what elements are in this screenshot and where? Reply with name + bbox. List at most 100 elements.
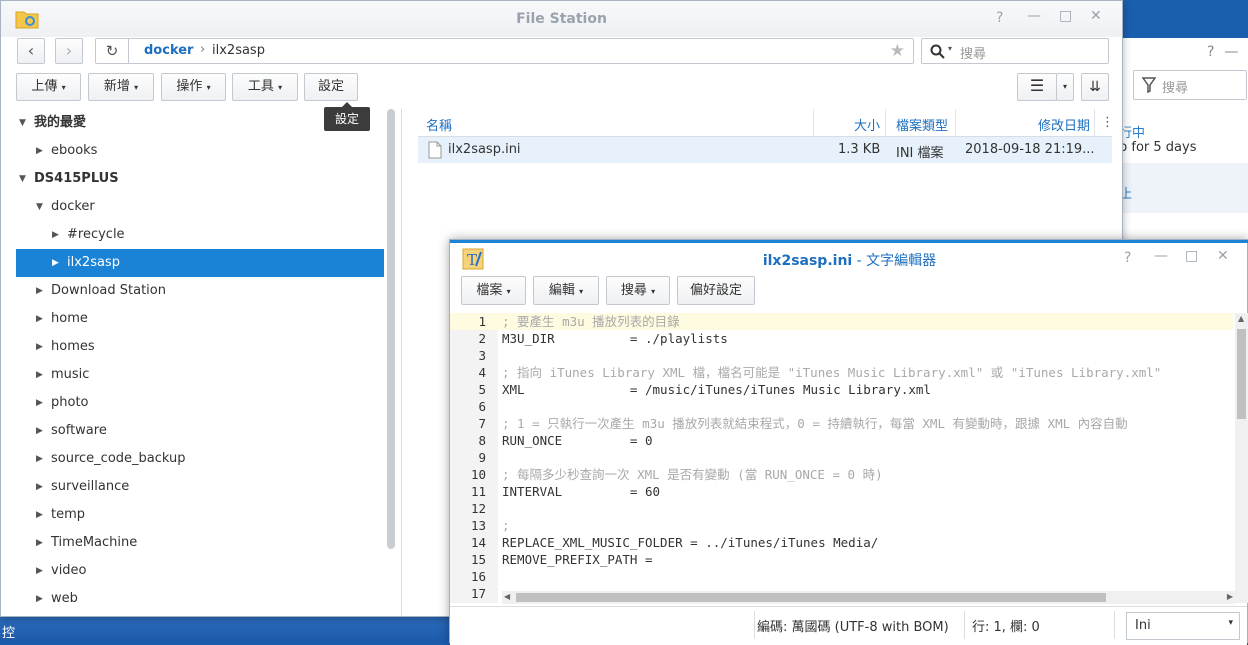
collapse-arrow-icon[interactable]: ▶: [52, 221, 59, 249]
column-modified[interactable]: 修改日期: [1038, 115, 1090, 134]
sidebar-item-ebooks[interactable]: ▶ ebooks: [1, 137, 386, 165]
code-line[interactable]: 10 ; 每隔多少秒查詢一次 XML 是否有變動 (當 RUN_ONCE = 0 …: [450, 466, 1234, 483]
collapse-arrow-icon[interactable]: ▶: [36, 137, 43, 165]
collapse-arrow-icon[interactable]: ▶: [36, 361, 43, 389]
upload-button[interactable]: 上傳 ▾: [16, 73, 81, 101]
sidebar-item-homes[interactable]: ▶ homes: [1, 333, 386, 361]
search-input[interactable]: ▾ 搜尋: [921, 38, 1109, 64]
breadcrumb-docker[interactable]: docker: [144, 43, 193, 58]
scroll-left-icon[interactable]: ◀: [504, 592, 510, 601]
sidebar-item-web[interactable]: ▶ web: [1, 585, 386, 613]
settings-button[interactable]: 設定: [304, 73, 358, 101]
edit-menu-button[interactable]: 編輯 ▾: [533, 276, 599, 305]
sidebar-item-music[interactable]: ▶ music: [1, 361, 386, 389]
code-line[interactable]: 13;: [450, 517, 1234, 534]
table-row[interactable]: ilx2sasp.ini 1.3 KB INI 檔案 2018-09-18 21…: [418, 137, 1112, 163]
search-menu-button[interactable]: 搜尋 ▾: [606, 276, 670, 305]
sidebar-item-download-station[interactable]: ▶ Download Station: [1, 277, 386, 305]
file-menu-button[interactable]: 檔案 ▾: [461, 276, 526, 305]
editor-maximize-icon[interactable]: □: [1185, 248, 1198, 264]
sort-icon[interactable]: ⇊: [1081, 73, 1109, 101]
list-view-icon[interactable]: ☰: [1017, 73, 1057, 101]
taskbar-label[interactable]: 控: [2, 622, 15, 641]
code-line[interactable]: 4 ; 指向 iTunes Library XML 檔，檔名可能是 "iTunes…: [450, 364, 1234, 381]
column-size[interactable]: 大小: [854, 115, 880, 134]
sidebar-item-recycle[interactable]: ▶ #recycle: [1, 221, 386, 249]
collapse-arrow-icon[interactable]: ▶: [36, 473, 43, 501]
expand-arrow-icon[interactable]: ▼: [19, 165, 26, 193]
scroll-right-icon[interactable]: ▶: [1227, 592, 1233, 601]
column-options-icon[interactable]: ⋮: [1101, 115, 1114, 130]
code-line[interactable]: 6: [450, 398, 1234, 415]
sidebar-item-timemachine[interactable]: ▶ TimeMachine: [1, 529, 386, 557]
preferences-button[interactable]: 偏好設定: [677, 276, 755, 305]
sidebar-item-ilx2sasp[interactable]: ▶ ilx2sasp: [16, 249, 384, 277]
code-line[interactable]: 2 M3U_DIR = ./playlists: [450, 330, 1234, 347]
code-line[interactable]: 12: [450, 500, 1234, 517]
action-button[interactable]: 操作 ▾: [161, 73, 226, 101]
background-search-input[interactable]: 搜尋: [1133, 70, 1247, 100]
encoding-status[interactable]: 編碼: 萬國碼 (UTF-8 with BOM): [757, 616, 949, 635]
code-line[interactable]: 9: [450, 449, 1234, 466]
breadcrumb-ilx2sasp[interactable]: ilx2sasp: [212, 43, 265, 58]
forward-button[interactable]: ›: [55, 38, 83, 64]
collapse-arrow-icon[interactable]: ▶: [36, 557, 43, 585]
code-line[interactable]: 5 XML = /music/iTunes/iTunes Music Librar…: [450, 381, 1234, 398]
code-line[interactable]: 3: [450, 347, 1234, 364]
refresh-icon[interactable]: ↻: [96, 39, 129, 63]
editor-help-icon[interactable]: ?: [1124, 250, 1131, 266]
collapse-arrow-icon[interactable]: ▶: [36, 277, 43, 305]
code-line[interactable]: 1 ; 要產生 m3u 播放列表的目錄: [450, 313, 1234, 330]
minimize-icon[interactable]: —: [1027, 8, 1041, 24]
collapse-arrow-icon[interactable]: ▶: [36, 529, 43, 557]
code-line[interactable]: 7 ; 1 = 只執行一次產生 m3u 播放列表就結束程式，0 = 持續執行，每當…: [450, 415, 1234, 432]
background-window[interactable]: ?— 搜尋 行中 p for 5 days 止: [1118, 38, 1248, 243]
code-line[interactable]: 14 REPLACE_XML_MUSIC_FOLDER = ../iTunes/i…: [450, 534, 1234, 551]
tree-scrollbar[interactable]: [387, 109, 395, 549]
star-icon[interactable]: ★: [890, 41, 905, 61]
collapse-arrow-icon[interactable]: ▶: [36, 501, 43, 529]
view-dropdown-icon[interactable]: ▾: [1056, 73, 1074, 101]
sidebar-item-software[interactable]: ▶ software: [1, 417, 386, 445]
expand-arrow-icon[interactable]: ▼: [19, 109, 26, 137]
collapse-arrow-icon[interactable]: ▶: [52, 249, 59, 277]
editor-horizontal-scrollbar[interactable]: ◀ ▶: [502, 591, 1235, 604]
collapse-arrow-icon[interactable]: ▶: [36, 585, 43, 613]
close-icon[interactable]: ✕: [1090, 8, 1102, 24]
help-icon[interactable]: ?: [996, 10, 1003, 26]
create-button[interactable]: 新增 ▾: [88, 73, 154, 101]
code-line[interactable]: 11 INTERVAL = 60: [450, 483, 1234, 500]
sidebar-item-photo[interactable]: ▶ photo: [1, 389, 386, 417]
sidebar-item-home[interactable]: ▶ home: [1, 305, 386, 333]
sidebar-item-temp[interactable]: ▶ temp: [1, 501, 386, 529]
scroll-up-icon[interactable]: ▲: [1238, 314, 1244, 323]
code-area[interactable]: 1 ; 要產生 m3u 播放列表的目錄 2 M3U_DIR = ./playlists…: [450, 313, 1234, 603]
collapse-arrow-icon[interactable]: ▶: [36, 305, 43, 333]
editor-close-icon[interactable]: ✕: [1217, 248, 1229, 264]
back-button[interactable]: ‹: [17, 38, 45, 64]
collapse-arrow-icon[interactable]: ▶: [36, 333, 43, 361]
pane-divider[interactable]: [401, 109, 402, 616]
column-type[interactable]: 檔案類型: [896, 115, 948, 134]
sidebar-item-[interactable]: ▼ 我的最愛: [1, 109, 386, 137]
editor-minimize-icon[interactable]: —: [1154, 248, 1168, 264]
background-window-controls[interactable]: ?—: [1207, 44, 1248, 60]
sidebar-item-video[interactable]: ▶ video: [1, 557, 386, 585]
background-selected-row[interactable]: [1119, 163, 1248, 213]
code-line[interactable]: 8 RUN_ONCE = 0: [450, 432, 1234, 449]
language-select[interactable]: Ini ▾: [1126, 612, 1240, 640]
collapse-arrow-icon[interactable]: ▶: [36, 417, 43, 445]
column-name[interactable]: 名稱: [426, 115, 452, 134]
sidebar-item-docker[interactable]: ▼ docker: [1, 193, 386, 221]
expand-arrow-icon[interactable]: ▼: [36, 193, 43, 221]
maximize-icon[interactable]: □: [1059, 8, 1072, 24]
code-line[interactable]: 15 REMOVE_PREFIX_PATH =: [450, 551, 1234, 568]
sidebar-item-source-code-backup[interactable]: ▶ source_code_backup: [1, 445, 386, 473]
sidebar-item-surveillance[interactable]: ▶ surveillance: [1, 473, 386, 501]
collapse-arrow-icon[interactable]: ▶: [36, 389, 43, 417]
editor-vertical-scrollbar[interactable]: ▲: [1235, 313, 1248, 603]
tools-button[interactable]: 工具 ▾: [232, 73, 298, 101]
vertical-scroll-thumb[interactable]: [1237, 329, 1246, 419]
horizontal-scroll-thumb[interactable]: [516, 593, 1106, 602]
code-line[interactable]: 16: [450, 568, 1234, 585]
